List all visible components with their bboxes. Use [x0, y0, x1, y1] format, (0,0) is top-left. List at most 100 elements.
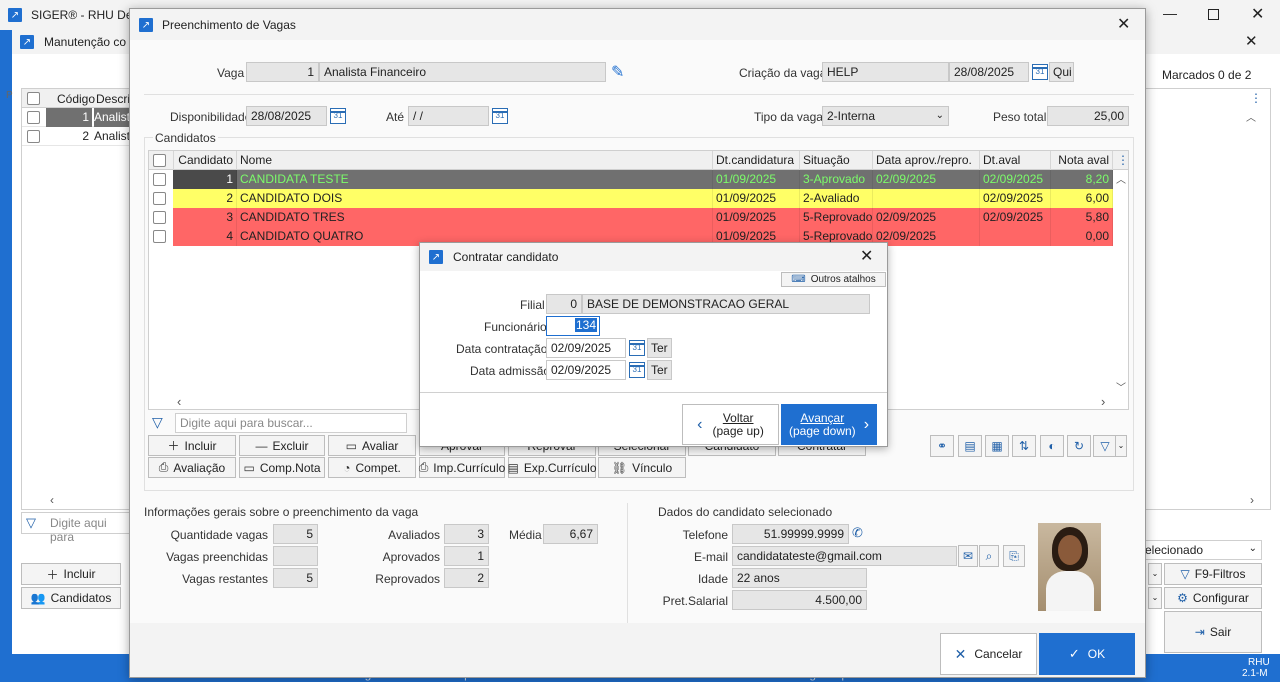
- calendar-icon[interactable]: 31: [629, 362, 645, 378]
- criacao-user-field[interactable]: HELP: [822, 62, 949, 82]
- vaga-code-field[interactable]: 1: [246, 62, 319, 82]
- maximize-icon[interactable]: [1208, 9, 1219, 20]
- select-all-checkbox[interactable]: [153, 154, 166, 167]
- bg-search-input[interactable]: Digite aqui para: [50, 516, 130, 544]
- grid-search-input[interactable]: Digite aqui para buscar...: [175, 413, 407, 433]
- outros-atalhos-button[interactable]: ⌨ Outros atalhos: [781, 272, 886, 287]
- reprovados-field: 2: [444, 568, 489, 588]
- copy-icon[interactable]: ⎘: [1003, 545, 1025, 567]
- bg-candidatos-button[interactable]: 👥 Candidatos: [21, 587, 121, 609]
- evaluate-icon: ▭: [345, 438, 357, 453]
- close-icon[interactable]: ✕: [1245, 32, 1258, 50]
- col-dtcandidatura[interactable]: Dt.candidatura: [713, 151, 800, 170]
- bg-mini-btn[interactable]: ⌄: [1148, 587, 1162, 609]
- binoculars-icon[interactable]: ⚭: [930, 435, 954, 457]
- table-row[interactable]: 2 Analist: [22, 127, 132, 146]
- filter-dropdown-icon[interactable]: ⌄: [1115, 435, 1127, 457]
- criacao-date-field[interactable]: 28/08/2025: [949, 62, 1029, 82]
- row-checkbox[interactable]: [153, 211, 166, 224]
- close-icon[interactable]: ✕: [1117, 14, 1130, 34]
- impcurriculo-button[interactable]: ⎙ Imp.Currículo: [419, 457, 505, 478]
- email-send-icon[interactable]: ✉: [958, 545, 978, 567]
- app-icon: ↗: [8, 8, 22, 22]
- expcurriculo-button[interactable]: ▤ Exp.Currículo: [507, 457, 597, 478]
- close-icon[interactable]: ✕: [860, 246, 873, 266]
- avaliacao-button[interactable]: ⎙ Avaliação: [148, 457, 236, 478]
- close-icon[interactable]: ✕: [1251, 4, 1264, 24]
- bg-mini-btn[interactable]: ⌄: [1148, 563, 1162, 585]
- filial-code-field: 0: [546, 294, 582, 314]
- row-desc: Analist: [94, 108, 132, 127]
- compnota-button[interactable]: ▭ Comp.Nota: [239, 457, 325, 478]
- cell-nota: 8,20: [1051, 170, 1113, 189]
- refresh-icon[interactable]: ↻: [1067, 435, 1091, 457]
- scroll-up-icon[interactable]: ︿: [1246, 109, 1256, 124]
- calendar-icon[interactable]: 31: [492, 108, 508, 124]
- excel-export-icon[interactable]: ▤: [958, 435, 982, 457]
- col-candidato[interactable]: Candidato: [173, 151, 237, 170]
- avaliar-button[interactable]: ▭ Avaliar: [328, 435, 416, 456]
- scroll-right-icon[interactable]: ›: [1101, 394, 1105, 409]
- media-field: 6,67: [543, 524, 598, 544]
- disp-date-field[interactable]: 28/08/2025: [246, 106, 327, 126]
- tipo-select[interactable]: 2-Interna ⌄: [822, 106, 949, 126]
- cell-dtaval: 02/09/2025: [980, 170, 1051, 189]
- row-checkbox[interactable]: [153, 230, 166, 243]
- scroll-up-icon[interactable]: ︿: [1116, 171, 1126, 186]
- whatsapp-icon[interactable]: ✆: [852, 525, 863, 541]
- adm-date-field[interactable]: 02/09/2025: [546, 360, 626, 380]
- compet-button[interactable]: ◔ Compet.: [328, 457, 416, 478]
- calendar-icon[interactable]: 31: [1032, 64, 1048, 80]
- table-row[interactable]: 1 Analist: [22, 108, 132, 127]
- col-nome[interactable]: Nome: [237, 151, 713, 170]
- excluir-button[interactable]: — Excluir: [239, 435, 325, 456]
- row-checkbox[interactable]: [27, 130, 40, 143]
- edit-pencil-icon[interactable]: ✎: [611, 62, 624, 82]
- scroll-left-icon[interactable]: ‹: [50, 493, 54, 507]
- ate-date-field[interactable]: / /: [408, 106, 489, 126]
- contr-date-field[interactable]: 02/09/2025: [546, 338, 626, 358]
- voltar-button[interactable]: ‹ Voltar (page up): [682, 404, 779, 445]
- func-input[interactable]: 134: [546, 316, 600, 336]
- col-codigo: Código: [57, 92, 96, 106]
- scroll-down-icon[interactable]: ﹀: [1116, 379, 1126, 394]
- left-edge-char: P: [6, 90, 13, 101]
- sort-icon[interactable]: ⇅: [1012, 435, 1036, 457]
- col-nota[interactable]: Nota aval: [1051, 151, 1113, 170]
- filter-icon: ▽: [1180, 567, 1190, 581]
- filter-icon[interactable]: ▽: [1093, 435, 1117, 457]
- table-row[interactable]: 3 CANDIDATO TRES 01/09/2025 5-Reprovado 02/0…: [149, 208, 1113, 227]
- row-checkbox[interactable]: [153, 192, 166, 205]
- incluir-button[interactable]: ＋ Incluir: [148, 435, 236, 456]
- bg-incluir-button[interactable]: ＋ Incluir: [21, 563, 121, 585]
- bg-configurar-button[interactable]: ⚙ Configurar: [1164, 587, 1262, 609]
- avancar-button[interactable]: Avançar (page down) ›: [781, 404, 877, 445]
- scroll-left-icon[interactable]: ‹: [177, 394, 181, 409]
- vaga-name-field[interactable]: Analista Financeiro: [319, 62, 606, 82]
- col-situacao[interactable]: Situação: [800, 151, 873, 170]
- ok-button[interactable]: ✓ OK: [1039, 633, 1135, 675]
- more-icon[interactable]: ⋮: [1250, 91, 1262, 105]
- palette-icon[interactable]: ◐: [1040, 435, 1064, 457]
- row-checkbox[interactable]: [153, 173, 166, 186]
- table-row[interactable]: 2 CANDIDATO DOIS 01/09/2025 2-Avaliado 02/09…: [149, 189, 1113, 208]
- minimize-icon[interactable]: —: [1163, 5, 1177, 21]
- calendar-icon[interactable]: 31: [330, 108, 346, 124]
- vinculo-button[interactable]: ⛓ Vínculo: [598, 457, 686, 478]
- row-checkbox[interactable]: [27, 111, 40, 124]
- scroll-right-icon[interactable]: ›: [1250, 493, 1254, 507]
- bg-sair-button[interactable]: ⇥ Sair: [1164, 611, 1262, 653]
- cell-dtcand: 01/09/2025: [713, 170, 800, 189]
- select-all-checkbox[interactable]: [27, 92, 40, 105]
- table-row[interactable]: 1 CANDIDATA TESTE 01/09/2025 3-Aprovado 02/0…: [149, 170, 1113, 189]
- calendar-icon[interactable]: 31: [629, 340, 645, 356]
- layout-icon[interactable]: ▦: [985, 435, 1009, 457]
- row-code: 2: [82, 129, 89, 143]
- bg-f9-button[interactable]: ▽ F9-Filtros: [1164, 563, 1262, 585]
- email-search-icon[interactable]: ⌕: [979, 545, 999, 567]
- cancelar-button[interactable]: ✕ Cancelar: [940, 633, 1037, 675]
- col-dtaval[interactable]: Dt.aval: [980, 151, 1051, 170]
- bg-select[interactable]: elecionado ⌄: [1140, 540, 1262, 560]
- more-icon[interactable]: ⋮: [1117, 153, 1128, 167]
- col-dataaprov[interactable]: Data aprov./repro.: [873, 151, 980, 170]
